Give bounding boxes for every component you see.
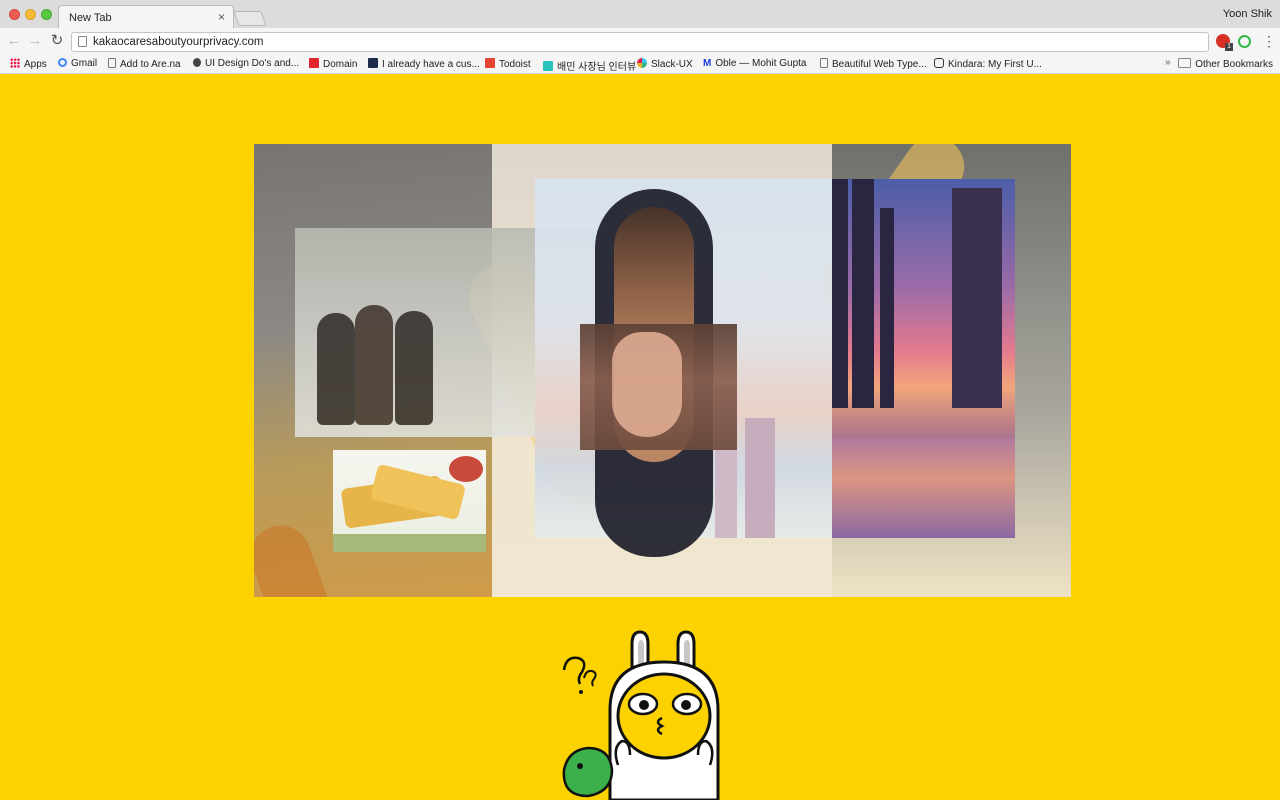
folder-icon [1178,58,1192,68]
grilled-cheese-photo [333,450,486,552]
slack-icon [637,58,647,68]
face [616,672,712,760]
todoist-icon [485,58,495,68]
building [880,208,894,408]
left-ear-inner [638,640,644,666]
bookmark-gmail[interactable]: Gmail [58,58,97,69]
question-mark-icon [583,669,597,687]
address-bar[interactable]: kakaocaresaboutyourprivacy.com [71,32,1209,52]
water-reflection [832,438,1015,538]
bookmark-slack-ux[interactable]: Slack-UX [637,58,693,70]
photo-collage [254,144,1071,597]
building [745,418,775,538]
window-maximize-button[interactable] [41,9,52,20]
tab-strip: New Tab × Yoon Shik [0,0,1280,29]
browser-toolbar: ← → ↻ kakaocaresaboutyourprivacy.com [0,28,1280,55]
kindara-icon [934,58,944,68]
apps-grid-icon [10,58,20,68]
question-mark-icon [562,656,586,685]
face [612,332,682,437]
right-pupil [681,700,691,710]
person-silhouette [317,313,355,425]
menu-kebab-icon[interactable]: ⋮ [1262,34,1276,48]
placemat [333,534,486,552]
extension-badge: 1 [1225,43,1233,51]
bookmark-todoist[interactable]: Todoist [485,58,531,70]
adblock-extension-icon[interactable]: 1 [1216,34,1233,51]
building [832,179,848,408]
back-arrow-icon[interactable]: ← [5,32,23,50]
pf-icon [368,58,378,68]
grammarly-extension-icon[interactable] [1238,35,1251,48]
baemin-icon [543,61,553,71]
kakao-character-illustration [562,630,720,800]
bookmark-baemin[interactable]: 배민 사장님 인터뷰 [543,58,636,73]
bookmarks-overflow-chevron[interactable]: » [1165,57,1171,68]
reload-icon[interactable]: ↻ [48,32,66,50]
medium-icon: M [703,58,712,69]
portrait-photo [580,324,737,450]
page-icon [78,36,87,47]
other-bookmarks-folder[interactable]: Other Bookmarks [1178,58,1273,70]
bookmarks-bar: Apps Gmail Add to Are.na UI Design Do's … [0,55,1280,74]
right-ear-inner [684,640,690,666]
bookmark-apps[interactable]: Apps [10,58,47,70]
bookmark-oble[interactable]: M Oble — Mohit Gupta [703,58,807,69]
forward-arrow-icon[interactable]: → [26,32,44,50]
toy-eye [577,763,583,769]
window-minimize-button[interactable] [25,9,36,20]
profile-name[interactable]: Yoon Shik [1223,8,1272,20]
fruit-bowl [449,456,483,482]
green-toy [562,746,614,798]
url-text[interactable]: kakaocaresaboutyourprivacy.com [93,36,263,48]
tab-new-tab[interactable]: New Tab × [58,5,234,29]
question-mark-dot [579,690,583,694]
google-icon [58,58,67,67]
left-pupil [639,700,649,710]
person-silhouette [355,305,393,425]
tab-close-icon[interactable]: × [218,10,225,24]
window-close-button[interactable] [9,9,20,20]
bookmark-add-to-arena[interactable]: Add to Are.na [108,58,181,70]
tab-title: New Tab [69,12,112,24]
building [852,179,874,408]
new-tab-button[interactable] [233,11,267,26]
page-icon [108,58,116,68]
bookmark-domain[interactable]: Domain [309,58,357,70]
apple-icon [193,58,201,67]
page-icon [820,58,828,68]
domain-icon [309,58,319,68]
building [952,188,1002,408]
bookmark-kindara[interactable]: Kindara: My First U... [934,58,1042,70]
bookmark-beautiful-web-type[interactable]: Beautiful Web Type... [820,58,927,70]
bookmark-ui-design[interactable]: UI Design Do's and... [193,58,299,69]
bookmark-i-already-have[interactable]: I already have a cus... [368,58,480,70]
person-silhouette [395,311,433,425]
city-skyline-sunset-photo [832,179,1015,538]
